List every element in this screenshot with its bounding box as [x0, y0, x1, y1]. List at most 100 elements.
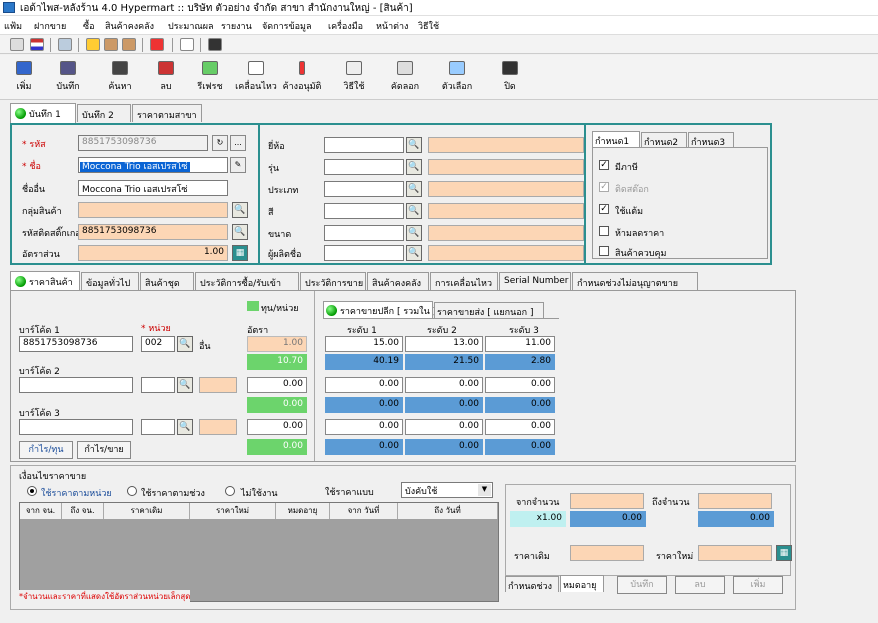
group-field[interactable] — [78, 202, 228, 218]
range-delete-button[interactable]: ลบ — [675, 576, 725, 594]
menu-process[interactable]: ประมาณผล — [168, 19, 214, 33]
calculator-icon[interactable]: ▦ — [232, 245, 248, 261]
disabled-radio[interactable] — [225, 486, 235, 496]
tab-record-1[interactable]: บันทึก 1 — [10, 103, 76, 123]
range-add-button[interactable]: เพิ่ม — [733, 576, 783, 594]
unit2-lookup-icon[interactable]: 🔍 — [177, 377, 193, 393]
menu-file[interactable]: แฟ้ม — [4, 19, 22, 33]
name-field[interactable]: Moccona Trio เอสเปรสโซ่ — [78, 157, 228, 173]
profit-sale-button[interactable]: กำไร/ขาย — [77, 441, 131, 459]
unit2-field[interactable] — [141, 377, 175, 393]
new-price-field[interactable] — [698, 545, 772, 561]
size-field[interactable] — [324, 225, 404, 241]
barcode-gen-icon[interactable]: ↻ — [212, 135, 228, 151]
close-button[interactable]: ปิด — [496, 59, 524, 97]
tab-sale-block[interactable]: กำหนดช่วงไม่อนุญาตขาย — [572, 272, 698, 290]
save-button[interactable]: บันทึก — [50, 59, 86, 97]
code-more-button[interactable]: ... — [230, 135, 246, 151]
menu-buy[interactable]: ซื้อ — [83, 19, 95, 33]
report-icon[interactable] — [150, 38, 164, 51]
price-cell[interactable]: 0.00 — [405, 419, 483, 435]
tab-sales-history[interactable]: ประวัติการขาย — [300, 272, 366, 290]
menu-window[interactable]: หน้าต่าง — [376, 19, 408, 33]
profit-cost-button[interactable]: กำไร/ทุน — [19, 441, 73, 459]
tab-record-2[interactable]: บันทึก 2 — [77, 104, 131, 122]
maker-field[interactable] — [324, 245, 404, 261]
tab-purchase-history[interactable]: ประวัติการซื้อ/รับเข้า — [195, 272, 299, 290]
price-cell[interactable]: 13.00 — [405, 336, 483, 352]
menu-help[interactable]: วิธีใช้ — [418, 19, 439, 33]
tab-range[interactable]: กำหนดช่วง — [505, 576, 559, 592]
price-cell[interactable]: 11.00 — [485, 336, 555, 352]
sticker-field[interactable]: 8851753098736 — [78, 224, 228, 240]
add-button[interactable]: เพิ่ม — [10, 59, 38, 97]
contacts-icon[interactable] — [58, 38, 72, 51]
price-cell[interactable]: 0.00 — [325, 419, 403, 435]
model-field[interactable] — [324, 159, 404, 175]
price-cell[interactable]: 0.00 — [485, 377, 555, 393]
tab-serial[interactable]: Serial Number — [499, 272, 571, 290]
color-lookup-icon[interactable]: 🔍 — [406, 203, 422, 219]
barcode1-field[interactable]: 8851753098736 — [19, 336, 133, 352]
edit-name-icon[interactable]: ✎ — [230, 157, 246, 173]
tab-spec-2[interactable]: กำหนด2 — [641, 132, 687, 148]
price-cell[interactable]: 0.00 — [485, 419, 555, 435]
menu-data[interactable]: จัดการข้อมูล — [262, 19, 311, 33]
points-checkbox[interactable]: ✓ — [599, 204, 609, 214]
alias-field[interactable]: Moccona Trio เอสเปรสโซ่ — [78, 180, 228, 196]
model-lookup-icon[interactable]: 🔍 — [406, 159, 422, 175]
maker-lookup-icon[interactable]: 🔍 — [406, 245, 422, 261]
type-lookup-icon[interactable]: 🔍 — [406, 181, 422, 197]
copy-button[interactable]: คัดลอก — [388, 59, 422, 97]
range-save-button[interactable]: บันทึก — [617, 576, 667, 594]
tab-set[interactable]: สินค้าชุด — [140, 272, 194, 290]
color-field[interactable] — [324, 203, 404, 219]
branch-icon[interactable] — [122, 38, 136, 51]
menu-report[interactable]: รายงาน — [221, 19, 252, 33]
options-button[interactable]: ตัวเลือก — [440, 59, 474, 97]
tax-checkbox[interactable]: ✓ — [599, 160, 609, 170]
tab-spec-3[interactable]: กำหนด3 — [688, 132, 734, 148]
range-price-radio[interactable] — [127, 486, 137, 496]
price-cell[interactable]: 0.00 — [325, 377, 403, 393]
delete-button[interactable]: ลบ — [152, 59, 180, 97]
barcode2-field[interactable] — [19, 377, 133, 393]
flag-icon[interactable] — [30, 38, 44, 51]
ratio2-cell[interactable]: 0.00 — [247, 377, 307, 393]
menu-consign[interactable]: ฝากขาย — [34, 19, 66, 33]
exit-icon[interactable] — [208, 38, 222, 51]
tab-retail-price[interactable]: ราคาขายปลีก [ รวมใน ] — [323, 301, 436, 318]
tab-wholesale-price[interactable]: ราคาขายส่ง [ แยกนอก ] — [434, 302, 544, 318]
no-discount-checkbox[interactable] — [599, 226, 609, 236]
menu-tools[interactable]: เครื่องมือ — [328, 19, 363, 33]
goods-icon[interactable] — [86, 38, 100, 51]
size-lookup-icon[interactable]: 🔍 — [406, 225, 422, 241]
old-price-field[interactable] — [570, 545, 644, 561]
tab-branch-price[interactable]: ราคาตามสาขา — [132, 104, 202, 122]
pending-button[interactable]: ค้างอนุมัติ — [282, 59, 322, 97]
ratio-field[interactable]: 1.00 — [78, 245, 228, 261]
help-button[interactable]: วิธีใช้ — [340, 59, 368, 97]
brand-field[interactable] — [324, 137, 404, 153]
tab-expiry[interactable]: หมดอายุ — [560, 575, 604, 592]
tab-spec-1[interactable]: กำหนด1 — [592, 131, 640, 147]
tab-general[interactable]: ข้อมูลทั่วไป — [81, 272, 139, 290]
type-field[interactable] — [324, 181, 404, 197]
from-qty-field[interactable] — [570, 493, 644, 509]
movement-button[interactable]: เคลื่อนไหว — [234, 59, 278, 97]
home-icon[interactable] — [104, 38, 118, 51]
unit1-field[interactable]: 002 — [141, 336, 175, 352]
code-field[interactable]: 8851753098736 — [78, 135, 208, 151]
sticker-lookup-icon[interactable]: 🔍 — [232, 224, 248, 240]
tab-movement[interactable]: การเคลื่อนไหว — [430, 272, 498, 290]
brand-lookup-icon[interactable]: 🔍 — [406, 137, 422, 153]
to-qty-field[interactable] — [698, 493, 772, 509]
group-lookup-icon[interactable]: 🔍 — [232, 202, 248, 218]
ratio3-cell[interactable]: 0.00 — [247, 419, 307, 435]
mode-select[interactable]: บังคับใช้ ▼ — [401, 482, 493, 498]
price-cell[interactable]: 0.00 — [405, 377, 483, 393]
calendar-icon[interactable] — [180, 38, 194, 51]
menu-inventory[interactable]: สินค้าคงคลัง — [105, 19, 154, 33]
calculator-icon[interactable]: ▦ — [776, 545, 792, 561]
unit-price-radio[interactable] — [27, 486, 37, 496]
